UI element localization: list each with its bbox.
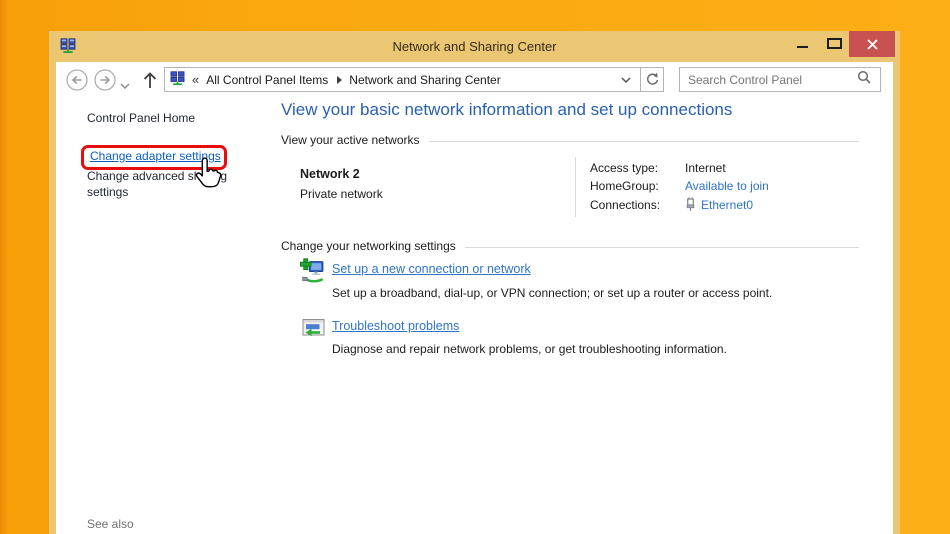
network-name: Network 2	[300, 167, 360, 181]
up-button[interactable]	[140, 69, 160, 91]
address-bar[interactable]: « All Control Panel Items Network and Sh…	[164, 67, 664, 92]
troubleshoot-problems-link[interactable]: Troubleshoot problems	[332, 319, 459, 333]
access-type-label: Access type:	[590, 161, 685, 175]
recent-pages-chevron-icon[interactable]	[120, 77, 130, 95]
forward-button[interactable]	[94, 69, 116, 91]
refresh-icon	[645, 72, 660, 87]
window-titlebar[interactable]: Network and Sharing Center	[49, 31, 900, 62]
maximize-button[interactable]	[821, 31, 849, 57]
troubleshoot-problems-description: Diagnose and repair network problems, or…	[332, 342, 727, 356]
section-rule	[465, 247, 859, 248]
setup-new-connection-link[interactable]: Set up a new connection or network	[332, 262, 531, 276]
magnifier-icon[interactable]	[857, 70, 872, 90]
homegroup-link[interactable]: Available to join	[685, 179, 769, 193]
close-button[interactable]	[849, 31, 895, 57]
hand-cursor-icon	[194, 156, 222, 197]
access-type-value: Internet	[685, 161, 769, 175]
search-box[interactable]	[679, 67, 881, 92]
see-also-label: See also	[87, 517, 134, 531]
search-input[interactable]	[680, 73, 857, 87]
network-sharing-center-window: Network and Sharing Center	[49, 31, 900, 534]
new-connection-icon	[300, 258, 326, 289]
breadcrumb-overflow-chevrons[interactable]: «	[192, 72, 199, 87]
networking-settings-section-header: Change your networking settings	[281, 239, 859, 253]
breadcrumb-item-network-sharing-center[interactable]: Network and Sharing Center	[349, 73, 500, 87]
back-button[interactable]	[66, 69, 88, 91]
forward-arrow-icon	[94, 69, 116, 91]
network-kind: Private network	[300, 187, 383, 201]
setup-new-connection-description: Set up a broadband, dial-up, or VPN conn…	[332, 286, 772, 300]
connections-label: Connections:	[590, 198, 685, 212]
network-details: Access type: Internet HomeGroup: Availab…	[590, 161, 769, 212]
minimize-button[interactable]	[781, 31, 819, 57]
active-networks-section-header: View your active networks	[281, 133, 859, 147]
active-networks-label: View your active networks	[281, 133, 420, 147]
back-arrow-icon	[66, 69, 88, 91]
window-content: « All Control Panel Items Network and Sh…	[56, 62, 893, 534]
breadcrumb-separator-icon	[337, 76, 342, 84]
ethernet-plug-icon	[685, 197, 696, 212]
ethernet0-link[interactable]: Ethernet0	[701, 198, 753, 212]
minimize-icon	[797, 46, 808, 48]
homegroup-label: HomeGroup:	[590, 179, 685, 193]
troubleshoot-icon	[302, 317, 325, 345]
network-panel-divider	[575, 157, 576, 217]
close-icon	[867, 39, 878, 50]
network-computers-icon	[170, 71, 185, 89]
desktop-background: Network and Sharing Center	[0, 0, 950, 534]
window-title: Network and Sharing Center	[49, 31, 900, 62]
connections-cell: Ethernet0	[685, 197, 769, 212]
section-rule	[429, 141, 859, 142]
breadcrumb-item-all-control-panel-items[interactable]: All Control Panel Items	[206, 73, 328, 87]
sidebar-item-change-advanced-sharing-settings[interactable]: Change advanced sharing settings	[87, 168, 247, 200]
sidebar-item-control-panel-home[interactable]: Control Panel Home	[87, 111, 195, 125]
address-dropdown-chevron-icon[interactable]	[621, 73, 631, 87]
networking-settings-label: Change your networking settings	[281, 239, 456, 253]
maximize-icon	[827, 38, 842, 49]
page-title: View your basic network information and …	[281, 100, 732, 120]
network-computers-icon[interactable]	[60, 38, 76, 54]
refresh-button[interactable]	[640, 68, 663, 91]
up-arrow-icon	[140, 69, 160, 91]
